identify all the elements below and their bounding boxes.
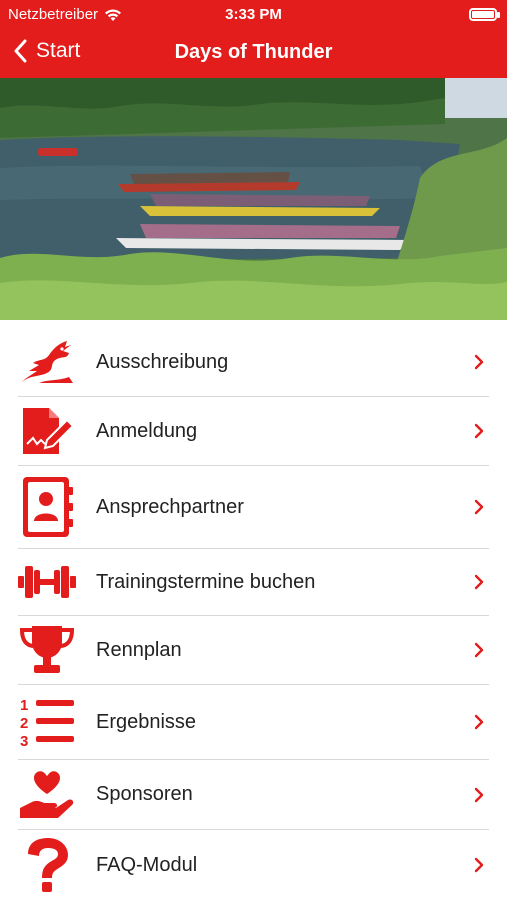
status-time: 3:33 PM <box>225 6 282 23</box>
menu-item-ergebnisse[interactable]: 1 2 3 Ergebnisse <box>18 685 489 760</box>
trophy-icon <box>18 621 76 679</box>
menu-item-label: Rennplan <box>96 638 182 661</box>
hero-image <box>0 78 507 320</box>
chevron-right-icon <box>469 855 489 875</box>
menu-item-label: Anmeldung <box>96 419 198 442</box>
menu-item-label: Ergebnisse <box>96 710 197 733</box>
page-title: Days of Thunder <box>174 41 333 63</box>
edit-document-icon <box>18 402 76 460</box>
question-icon <box>18 836 76 894</box>
chevron-right-icon <box>469 640 489 660</box>
navigation-bar: Start Days of Thunder <box>0 28 507 78</box>
menu-item-label: Ansprechpartner <box>96 495 244 518</box>
svg-text:1: 1 <box>20 697 28 714</box>
dragon-boat-photo <box>0 78 507 320</box>
dragon-icon <box>18 333 76 391</box>
menu-item-anmeldung[interactable]: Anmeldung <box>18 397 489 466</box>
battery-icon <box>469 8 500 21</box>
menu-item-label: Ausschreibung <box>96 350 229 373</box>
menu-item-trainingstermine[interactable]: Trainingstermine buchen <box>18 549 489 616</box>
address-book-icon <box>18 477 76 537</box>
dumbbell-icon <box>18 553 76 611</box>
menu-list: Ausschreibung Anmeldung Ansprechpartner … <box>0 328 507 900</box>
menu-item-rennplan[interactable]: Rennplan <box>18 616 489 685</box>
svg-text:2: 2 <box>20 715 28 732</box>
menu-item-label: FAQ-Modul <box>96 853 198 876</box>
menu-item-label: Sponsoren <box>96 783 193 805</box>
menu-item-label: Trainingstermine buchen <box>96 570 316 593</box>
status-bar: Netzbetreiber 3:33 PM <box>0 0 507 28</box>
svg-text:3: 3 <box>20 733 28 748</box>
menu-item-ausschreibung[interactable]: Ausschreibung <box>18 328 489 397</box>
chevron-right-icon <box>469 352 489 372</box>
ranked-list-icon: 1 2 3 <box>18 693 76 751</box>
menu-item-faq[interactable]: FAQ-Modul <box>18 830 489 900</box>
chevron-right-icon <box>469 421 489 441</box>
chevron-right-icon <box>469 785 489 805</box>
chevron-right-icon <box>469 712 489 732</box>
menu-item-sponsoren[interactable]: Sponsoren <box>18 760 489 830</box>
heart-hand-icon <box>18 766 76 824</box>
chevron-right-icon <box>469 572 489 592</box>
chevron-right-icon <box>469 497 489 517</box>
menu-item-ansprechpartner[interactable]: Ansprechpartner <box>18 466 489 549</box>
